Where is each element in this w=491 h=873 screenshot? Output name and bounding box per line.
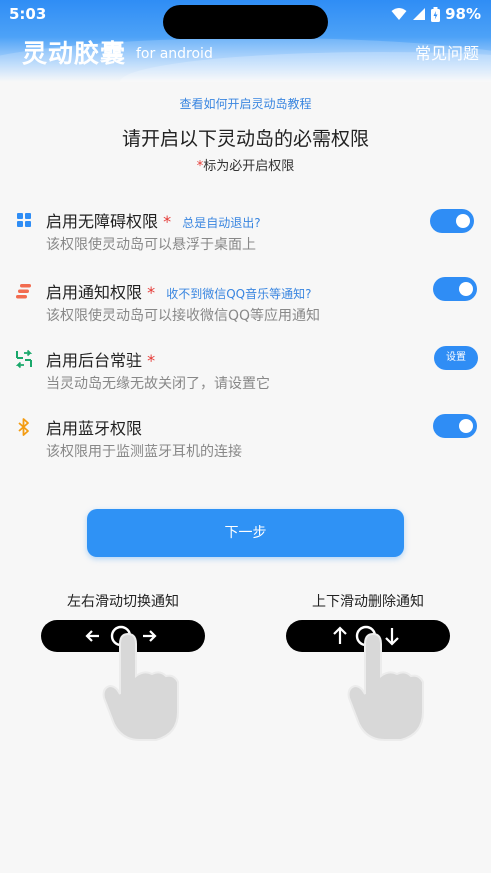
toggle-knob bbox=[459, 419, 473, 433]
permission-title: 启用蓝牙权限 bbox=[46, 415, 142, 439]
tutorial-link[interactable]: 查看如何开启灵动岛教程 bbox=[0, 95, 491, 112]
status-time: 5:03 bbox=[9, 5, 47, 23]
grid-icon bbox=[17, 213, 31, 227]
permission-title: 启用通知权限 * 收不到微信QQ音乐等通知? bbox=[46, 279, 311, 303]
required-star: * bbox=[163, 212, 172, 231]
app-subtitle: for android bbox=[136, 46, 213, 62]
hand-pointer-icon bbox=[347, 632, 424, 741]
permission-title: 启用后台常驻 * bbox=[46, 347, 155, 371]
auto-exit-help-link[interactable]: 总是自动退出? bbox=[182, 216, 260, 230]
permission-bluetooth: 启用蓝牙权限 该权限用于监测蓝牙耳机的连接 bbox=[0, 414, 491, 475]
permission-desc: 该权限用于监测蓝牙耳机的连接 bbox=[46, 444, 242, 460]
required-note: *标为必开启权限 bbox=[0, 155, 491, 174]
faq-link[interactable]: 常见问题 bbox=[415, 40, 479, 64]
permission-desc: 该权限使灵动岛可以悬浮于桌面上 bbox=[46, 237, 256, 253]
toggle-knob bbox=[456, 214, 470, 228]
required-star: * bbox=[147, 351, 156, 370]
permission-title-text: 启用通知权限 bbox=[46, 283, 143, 302]
permission-title: 启用无障碍权限 * 总是自动退出? bbox=[46, 208, 261, 232]
permission-desc: 该权限使灵动岛可以接收微信QQ等应用通知 bbox=[46, 308, 321, 324]
signal-icon bbox=[413, 8, 426, 20]
background-refresh-icon bbox=[15, 349, 33, 369]
permission-accessibility: 启用无障碍权限 * 总是自动退出? 该权限使灵动岛可以悬浮于桌面上 bbox=[0, 208, 491, 268]
bluetooth-icon bbox=[18, 418, 29, 436]
permission-desc: 当灵动岛无缘无故关闭了，请设置它 bbox=[46, 376, 270, 392]
notification-stack-icon bbox=[16, 284, 31, 299]
accessibility-toggle[interactable] bbox=[430, 209, 474, 233]
hand-pointer-icon bbox=[102, 632, 179, 741]
permission-title-text: 启用后台常驻 bbox=[46, 351, 143, 370]
permission-notification: 启用通知权限 * 收不到微信QQ音乐等通知? 该权限使灵动岛可以接收微信QQ等应… bbox=[0, 277, 491, 339]
toggle-knob bbox=[459, 282, 473, 296]
required-star: * bbox=[147, 283, 156, 302]
permission-background: 启用后台常驻 * 当灵动岛无缘无故关闭了，请设置它 设置 bbox=[0, 346, 491, 407]
arrow-left-icon bbox=[85, 630, 99, 642]
battery-icon bbox=[431, 6, 441, 22]
background-settings-button[interactable]: 设置 bbox=[434, 346, 478, 370]
gesture-label-horizontal: 左右滑动切换通知 bbox=[67, 594, 179, 610]
notification-toggle[interactable] bbox=[433, 277, 477, 301]
notification-help-link[interactable]: 收不到微信QQ音乐等通知? bbox=[166, 287, 311, 301]
page-title: 请开启以下灵动岛的必需权限 bbox=[121, 128, 369, 150]
bluetooth-toggle[interactable] bbox=[433, 414, 477, 438]
wifi-icon bbox=[391, 8, 407, 20]
permission-title-text: 启用蓝牙权限 bbox=[46, 419, 143, 438]
status-icons: 98% bbox=[391, 5, 481, 23]
app-title: 灵动胶囊 bbox=[22, 39, 127, 68]
camera-notch bbox=[163, 5, 328, 39]
permission-title-text: 启用无障碍权限 bbox=[46, 212, 159, 231]
next-button[interactable]: 下一步 bbox=[87, 509, 404, 557]
battery-level: 98% bbox=[445, 5, 481, 23]
required-note-text: 标为必开启权限 bbox=[203, 159, 295, 174]
gesture-label-vertical: 上下滑动删除通知 bbox=[312, 594, 424, 610]
